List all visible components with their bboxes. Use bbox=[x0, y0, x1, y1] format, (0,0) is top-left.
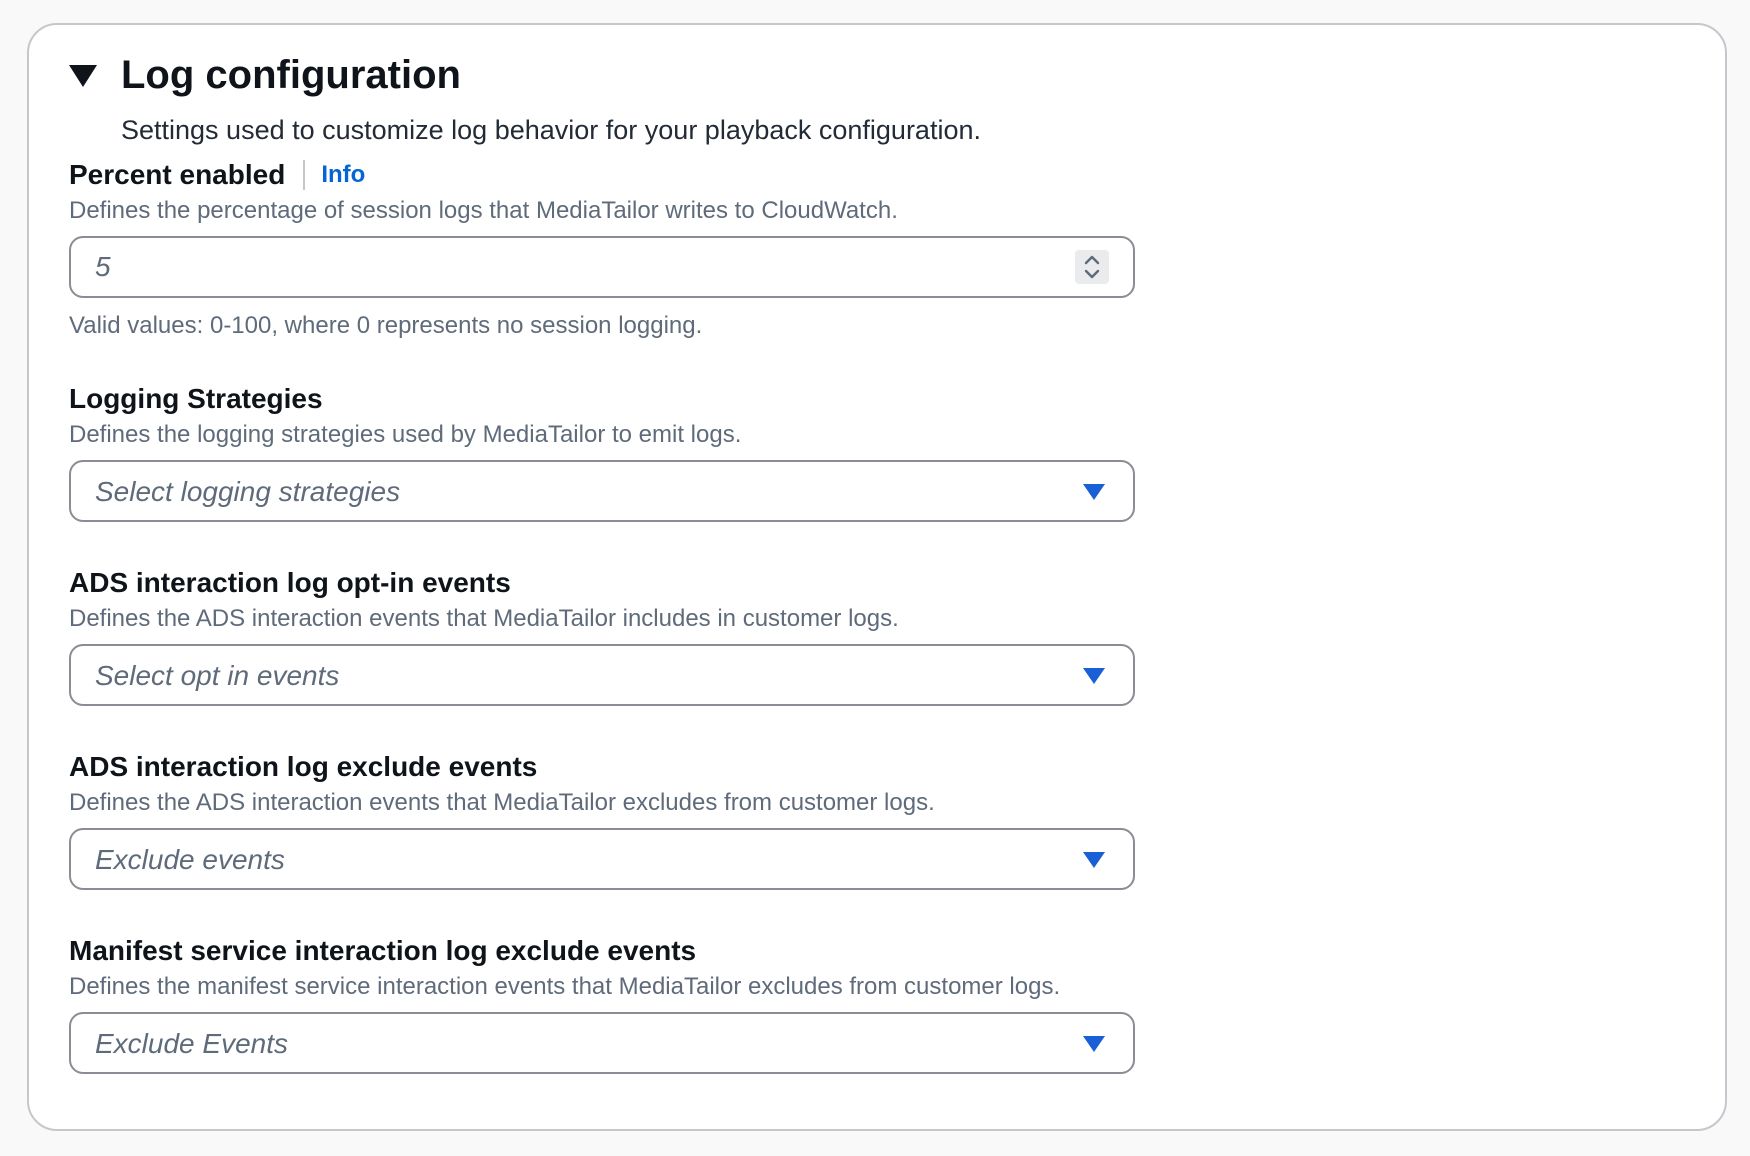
number-stepper[interactable] bbox=[1075, 250, 1109, 284]
chevron-up-down-icon bbox=[1084, 255, 1100, 279]
ads-exclude-label-row: ADS interaction log exclude events bbox=[69, 749, 1135, 785]
manifest-exclude-select[interactable]: Exclude Events bbox=[69, 1012, 1135, 1074]
percent-enabled-description: Defines the percentage of session logs t… bbox=[69, 197, 898, 224]
label-divider bbox=[303, 160, 306, 190]
caret-down-icon bbox=[1083, 668, 1105, 684]
info-link[interactable]: Info bbox=[321, 161, 365, 189]
logging-strategies-field: Logging Strategies Defines the logging s… bbox=[69, 381, 1135, 522]
caret-down-icon bbox=[1083, 1036, 1105, 1052]
percent-enabled-label-row: Percent enabled Info bbox=[69, 157, 1135, 193]
ads-opt-in-select[interactable]: Select opt in events bbox=[69, 644, 1135, 706]
logging-strategies-placeholder: Select logging strategies bbox=[95, 476, 401, 507]
logging-strategies-description: Defines the logging strategies used by M… bbox=[69, 421, 742, 448]
logging-strategies-label-row: Logging Strategies bbox=[69, 381, 1135, 417]
ads-opt-in-label-row: ADS interaction log opt-in events bbox=[69, 565, 1135, 601]
expand-caret-icon[interactable] bbox=[69, 64, 97, 87]
caret-down-icon bbox=[1083, 484, 1105, 500]
section-title: Log configuration bbox=[121, 53, 461, 97]
ads-exclude-placeholder: Exclude events bbox=[95, 844, 285, 875]
percent-enabled-input-box[interactable] bbox=[69, 236, 1135, 298]
percent-enabled-field: Percent enabled Info Defines the percent… bbox=[69, 157, 1135, 340]
ads-exclude-description: Defines the ADS interaction events that … bbox=[69, 789, 935, 816]
section-subtitle: Settings used to customize log behavior … bbox=[121, 115, 981, 145]
ads-opt-in-placeholder: Select opt in events bbox=[95, 660, 340, 691]
manifest-exclude-description: Defines the manifest service interaction… bbox=[69, 973, 1061, 1000]
caret-down-icon bbox=[1083, 852, 1105, 868]
ads-exclude-field: ADS interaction log exclude events Defin… bbox=[69, 749, 1135, 890]
manifest-exclude-placeholder: Exclude Events bbox=[95, 1028, 288, 1059]
ads-opt-in-label: ADS interaction log opt-in events bbox=[69, 567, 511, 598]
section-header[interactable]: Log configuration bbox=[69, 53, 461, 98]
logging-strategies-label: Logging Strategies bbox=[69, 383, 323, 414]
percent-enabled-hint: Valid values: 0-100, where 0 represents … bbox=[69, 312, 703, 339]
logging-strategies-select[interactable]: Select logging strategies bbox=[69, 460, 1135, 522]
ads-opt-in-field: ADS interaction log opt-in events Define… bbox=[69, 565, 1135, 706]
percent-enabled-label: Percent enabled bbox=[69, 159, 286, 190]
ads-opt-in-description: Defines the ADS interaction events that … bbox=[69, 605, 899, 632]
manifest-exclude-field: Manifest service interaction log exclude… bbox=[69, 933, 1135, 1074]
ads-exclude-label: ADS interaction log exclude events bbox=[69, 751, 538, 782]
percent-enabled-input[interactable] bbox=[95, 250, 995, 284]
ads-exclude-select[interactable]: Exclude events bbox=[69, 828, 1135, 890]
log-configuration-panel: Log configuration Settings used to custo… bbox=[27, 23, 1727, 1131]
manifest-exclude-label: Manifest service interaction log exclude… bbox=[69, 935, 697, 966]
manifest-exclude-label-row: Manifest service interaction log exclude… bbox=[69, 933, 1135, 969]
